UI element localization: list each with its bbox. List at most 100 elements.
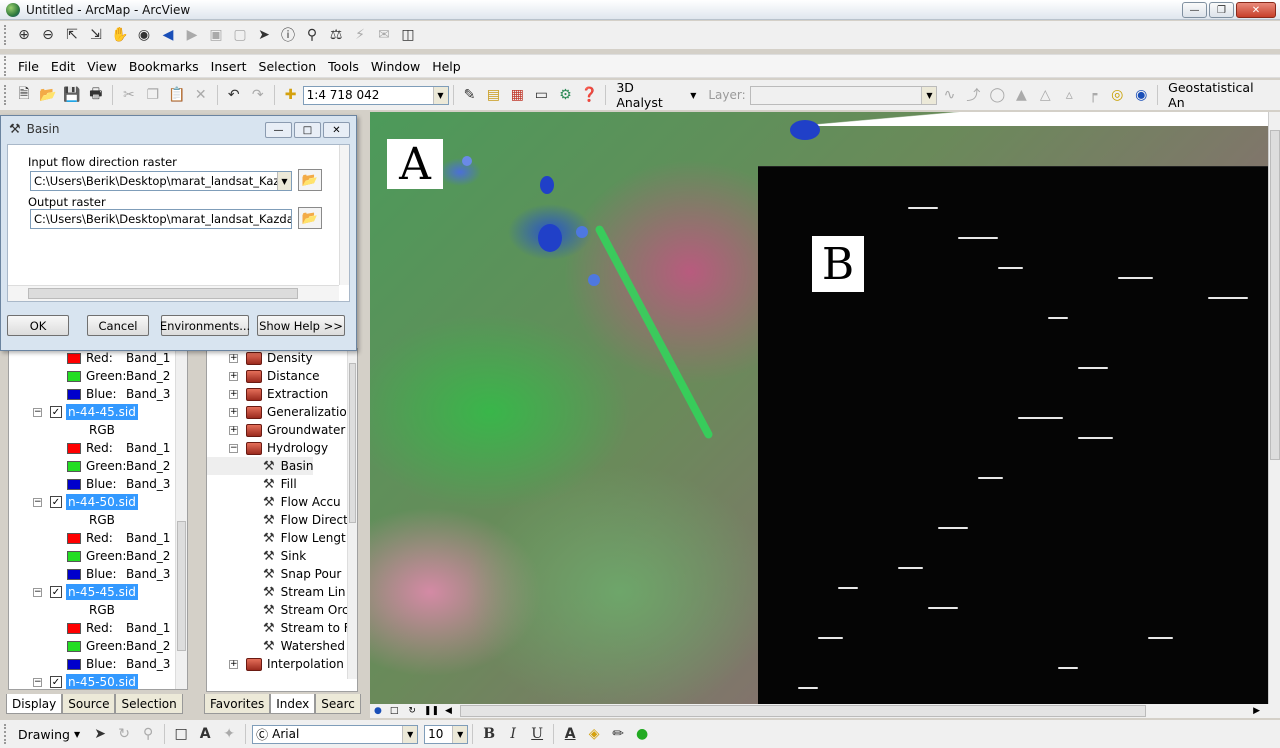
- fixed-zoom-in-icon[interactable]: ⇱: [61, 24, 83, 46]
- print-icon[interactable]: 🖶: [85, 84, 107, 106]
- toc-scrollbar[interactable]: [175, 349, 187, 689]
- toc-tab-display[interactable]: Display: [6, 694, 63, 714]
- find-binoculars-icon[interactable]: ⚲: [301, 24, 323, 46]
- toolset-item[interactable]: + Extraction: [207, 385, 328, 403]
- tool-item[interactable]: ⚒ Stream Orc: [207, 601, 349, 619]
- new-text-icon[interactable]: A: [194, 723, 216, 745]
- pan-hand-icon[interactable]: ✋: [109, 24, 131, 46]
- tool-item[interactable]: ⚒ Flow Accu: [207, 493, 341, 511]
- layer-name[interactable]: n-45-45.sid: [66, 584, 138, 600]
- font-size-combo[interactable]: 10 ▼: [424, 724, 469, 744]
- zoom-out-icon[interactable]: ⊖: [37, 24, 59, 46]
- zoom-to-elements-icon[interactable]: ⚲: [137, 723, 159, 745]
- layer-visibility-checkbox[interactable]: ✓: [50, 496, 62, 508]
- layer-name[interactable]: n-44-50.sid: [66, 494, 138, 510]
- steepest-path-icon[interactable]: ⤴: [962, 84, 984, 106]
- output-raster-field[interactable]: C:\Users\Berik\Desktop\marat_landsat_Kaz…: [30, 209, 292, 229]
- layer-visibility-checkbox[interactable]: ✓: [50, 586, 62, 598]
- identify-icon[interactable]: ⓘ: [277, 24, 299, 46]
- menu-help[interactable]: Help: [426, 59, 467, 74]
- viewer-window-icon[interactable]: ◫: [397, 24, 419, 46]
- expand-icon[interactable]: +: [229, 407, 238, 417]
- clear-selection-icon[interactable]: ▢: [229, 24, 251, 46]
- copy-icon[interactable]: ❐: [142, 84, 164, 106]
- model-builder-icon[interactable]: ⚙: [554, 84, 576, 106]
- minimize-button[interactable]: —: [1182, 2, 1207, 18]
- back-arrow-icon[interactable]: ◀: [157, 24, 179, 46]
- expand-icon[interactable]: +: [229, 353, 238, 363]
- tool-item[interactable]: ⚒ Fill: [207, 475, 297, 493]
- toolset-item[interactable]: − Hydrology: [207, 439, 328, 457]
- expand-icon[interactable]: −: [229, 443, 238, 453]
- marker-color-icon[interactable]: ●: [631, 723, 653, 745]
- map-scale-combo[interactable]: 1:4 718 042 ▼: [302, 85, 449, 105]
- collapse-icon[interactable]: −: [33, 677, 42, 687]
- underline-icon[interactable]: U: [526, 723, 548, 745]
- font-combo[interactable]: Ⓒ Arial ▼: [252, 724, 419, 744]
- rectangle-icon[interactable]: □: [170, 723, 192, 745]
- menu-selection[interactable]: Selection: [253, 59, 323, 74]
- menu-bookmarks[interactable]: Bookmarks: [123, 59, 205, 74]
- data-view-icon[interactable]: ●: [374, 706, 382, 716]
- map-horizontal-scrollbar[interactable]: ● □ ↻ ❚❚ ◀ ▶: [370, 704, 1280, 718]
- zoom-in-icon[interactable]: ⊕: [13, 24, 35, 46]
- forward-arrow-icon[interactable]: ▶: [181, 24, 203, 46]
- line-of-sight-icon[interactable]: ◯: [986, 84, 1008, 106]
- interpolate-polygon-icon[interactable]: ▵: [1058, 84, 1080, 106]
- profile-graph-icon[interactable]: ┍: [1082, 84, 1104, 106]
- scroll-right-icon[interactable]: ▶: [1253, 706, 1260, 716]
- full-extent-globe-icon[interactable]: ◉: [133, 24, 155, 46]
- refresh-icon[interactable]: ↻: [408, 706, 416, 716]
- layer-name[interactable]: n-45-50.sid: [66, 674, 138, 689]
- layout-view-icon[interactable]: □: [390, 706, 399, 716]
- add-data-icon[interactable]: ✚: [280, 84, 302, 106]
- toc-tab-selection[interactable]: Selection: [115, 694, 183, 714]
- line-color-icon[interactable]: ✏: [607, 723, 629, 745]
- scroll-left-icon[interactable]: ◀: [445, 706, 452, 716]
- browse-input-button[interactable]: 📂: [298, 169, 322, 191]
- menu-view[interactable]: View: [81, 59, 123, 74]
- show-help-button[interactable]: Show Help >>: [257, 315, 345, 336]
- tool-item[interactable]: ⚒ Stream Lin: [207, 583, 346, 601]
- menu-edit[interactable]: Edit: [45, 59, 81, 74]
- paste-icon[interactable]: 📋: [166, 84, 188, 106]
- environments-button[interactable]: Environments...: [160, 315, 250, 336]
- new-document-icon[interactable]: 🗎: [13, 84, 35, 106]
- pause-icon[interactable]: ❚❚: [424, 706, 439, 716]
- select-elements-icon[interactable]: ➤: [89, 723, 111, 745]
- html-popup-icon[interactable]: ✉: [373, 24, 395, 46]
- dialog-close-button[interactable]: ✕: [323, 122, 350, 138]
- menu-insert[interactable]: Insert: [205, 59, 253, 74]
- editor-toolbar-icon[interactable]: ✎: [459, 84, 481, 106]
- toolbox-tab-favorites[interactable]: Favorites: [204, 694, 271, 714]
- rotate-icon[interactable]: ↻: [113, 723, 135, 745]
- toolset-item[interactable]: + Groundwater: [207, 421, 345, 439]
- map-vertical-scrollbar[interactable]: [1268, 112, 1280, 704]
- expand-icon[interactable]: +: [229, 389, 238, 399]
- undo-icon[interactable]: ↶: [223, 84, 245, 106]
- dialog-vertical-scrollbar[interactable]: [339, 145, 349, 285]
- fixed-zoom-out-icon[interactable]: ⇲: [85, 24, 107, 46]
- expand-icon[interactable]: +: [229, 659, 238, 669]
- drawing-menu[interactable]: Drawing: [18, 727, 70, 742]
- input-flow-field[interactable]: C:\Users\Berik\Desktop\marat_landsat_Kaz…: [30, 171, 292, 191]
- tool-item[interactable]: ⚒ Snap Pour: [207, 565, 341, 583]
- collapse-icon[interactable]: −: [33, 587, 42, 597]
- 3d-analyst-menu[interactable]: 3D Analyst: [610, 80, 690, 110]
- tool-item[interactable]: ⚒ Stream to F: [207, 619, 351, 637]
- arcglobe-icon[interactable]: ◉: [1130, 84, 1152, 106]
- arcscene-icon[interactable]: ◎: [1106, 84, 1128, 106]
- dialog-horizontal-scrollbar[interactable]: [8, 285, 339, 301]
- whats-this-help-icon[interactable]: ❓: [578, 84, 600, 106]
- collapse-icon[interactable]: −: [33, 497, 42, 507]
- close-button[interactable]: ✕: [1236, 2, 1276, 18]
- interpolate-line-icon[interactable]: △: [1034, 84, 1056, 106]
- toolset-item[interactable]: + Interpolation: [207, 655, 344, 673]
- measure-icon[interactable]: ⚖: [325, 24, 347, 46]
- ok-button[interactable]: OK: [7, 315, 69, 336]
- arctoolbox-icon[interactable]: ▦: [506, 84, 528, 106]
- select-elements-icon[interactable]: ➤: [253, 24, 275, 46]
- hyperlink-icon[interactable]: ⚡: [349, 24, 371, 46]
- dialog-maximize-button[interactable]: □: [294, 122, 321, 138]
- tool-item[interactable]: ⚒ Basin: [207, 457, 314, 475]
